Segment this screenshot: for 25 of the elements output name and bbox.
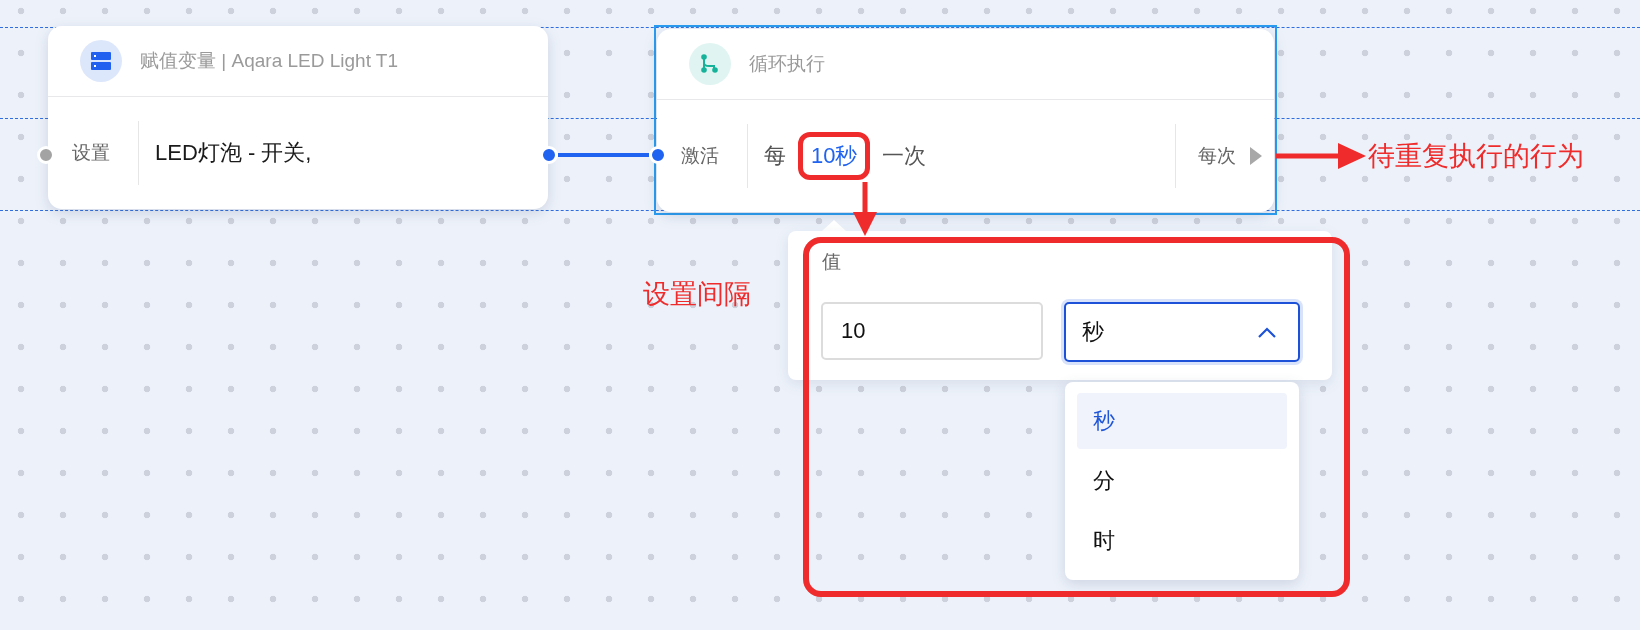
node-card[interactable]: 循环执行 激活 每 10秒 一次 每次	[657, 29, 1274, 212]
annotation-text: 设置间隔	[643, 278, 751, 311]
output-triangle-icon	[1250, 147, 1262, 165]
node-title: 循环执行	[749, 52, 825, 76]
dropdown-option[interactable]: 秒	[1077, 393, 1287, 449]
output-label: 每次	[1198, 144, 1236, 168]
unit-select[interactable]: 秒	[1064, 302, 1300, 362]
input-port[interactable]	[37, 146, 55, 164]
node-text: 每	[764, 142, 786, 170]
arrow	[853, 182, 877, 236]
chevron-up-icon	[1258, 326, 1276, 338]
node-title: 赋值变量 | Aqara LED Light T1	[140, 49, 399, 73]
output-port[interactable]	[540, 146, 558, 164]
node-text: 一次	[882, 142, 927, 170]
node-card[interactable]: 赋值变量 | Aqara LED Light T1 设置 LED灯泡 - 开关,	[48, 26, 548, 209]
input-port[interactable]	[649, 146, 667, 164]
dropdown-option[interactable]: 分	[1077, 453, 1287, 509]
annotation-text: 待重复执行的行为	[1368, 140, 1584, 173]
node-text: LED灯泡 - 开关,	[155, 139, 312, 167]
interval-value-link[interactable]: 10秒	[798, 132, 871, 180]
value-input[interactable]: 10	[821, 302, 1043, 360]
server-icon	[80, 40, 122, 82]
branch-icon	[689, 43, 731, 85]
dropdown-option[interactable]: 时	[1077, 513, 1287, 569]
field-label: 值	[822, 250, 841, 274]
